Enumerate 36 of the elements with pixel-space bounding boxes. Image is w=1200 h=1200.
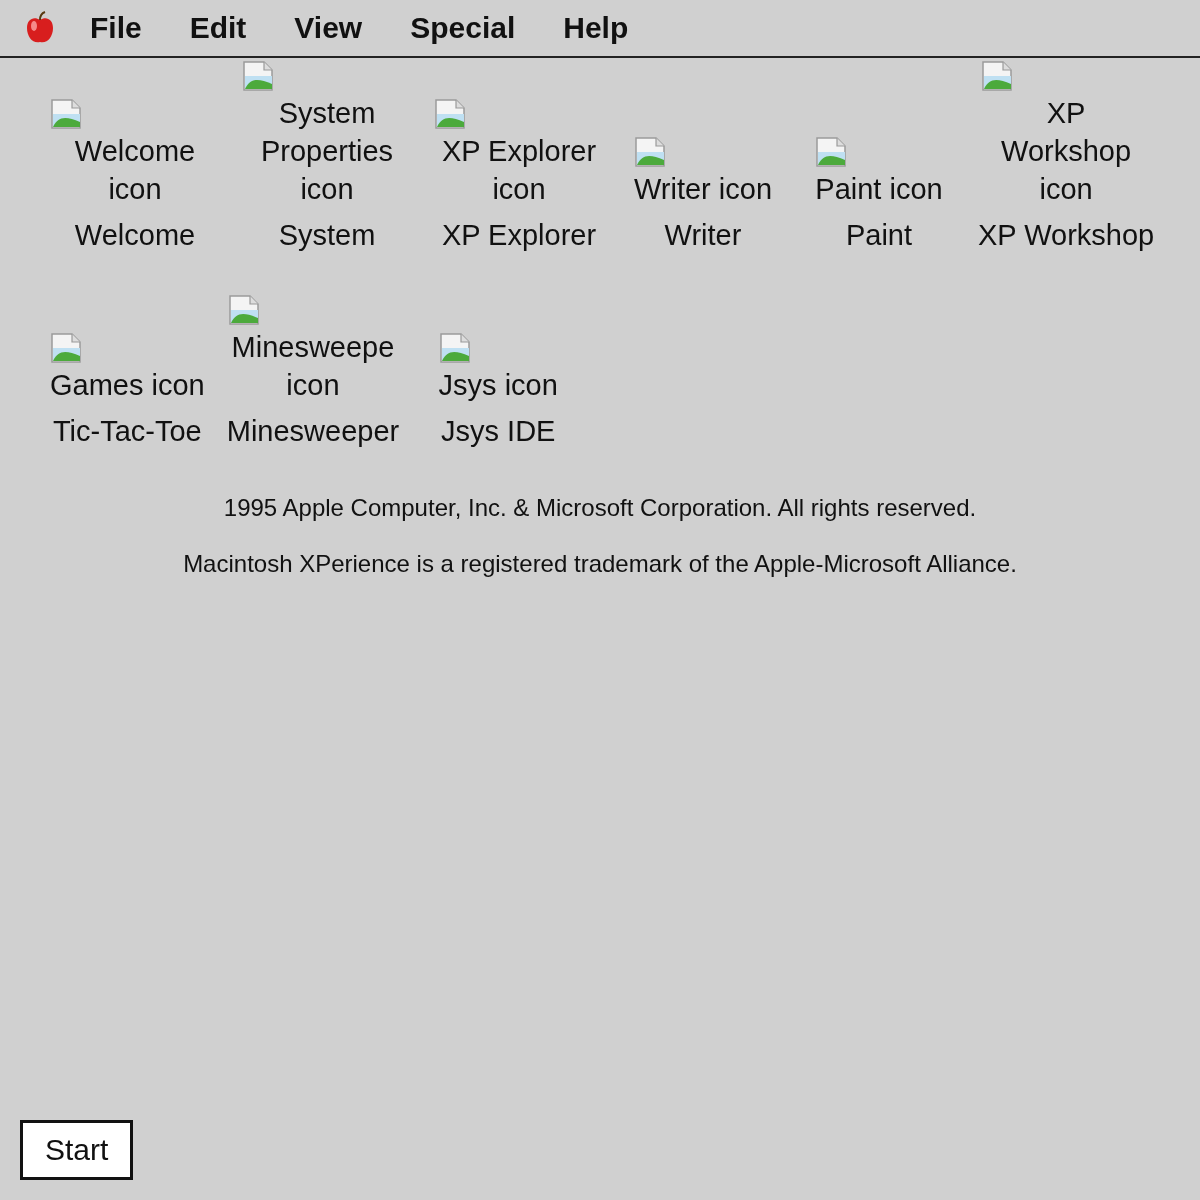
icon-alt-text: System Properties icon (259, 96, 395, 207)
menu-item[interactable]: View (294, 11, 363, 45)
icon-alt-text: Games icon (50, 368, 205, 403)
copyright-text: Macintosh XPerience is a registered trademark of the Apple-Microsoft Alliance. (182, 550, 1018, 578)
menu-item[interactable]: Help (563, 11, 629, 45)
menu-item[interactable]: Edit (189, 11, 247, 45)
menu-item[interactable]: File (90, 11, 142, 45)
icon-label[interactable]: Writer (664, 216, 742, 254)
icon-alt-text: XP Workshop icon (1000, 96, 1133, 207)
icon-alt-text: Minesweepe icon (230, 330, 396, 403)
icon-label[interactable]: XP Workshop (978, 216, 1155, 254)
icon-alt-text: Welcome icon (73, 134, 197, 207)
broken-image-icon[interactable] (438, 332, 471, 364)
broken-image-icon[interactable] (434, 98, 466, 130)
icon-label[interactable]: Jsys IDE (441, 412, 556, 450)
apple-icon[interactable] (24, 11, 56, 45)
menu-item[interactable]: Special (410, 11, 516, 45)
icon-label[interactable]: Tic-Tac-Toe (52, 412, 202, 450)
start-button[interactable]: Start (20, 1120, 134, 1180)
broken-image-icon[interactable] (633, 136, 666, 168)
icon-alt-text: XP Explorer icon (440, 134, 598, 207)
copyright-text: 1995 Apple Computer, Inc. & Microsoft Corporation. All rights reserved. (222, 494, 978, 522)
icon-label[interactable]: XP Explorer (441, 216, 597, 254)
icon-label[interactable]: System (278, 216, 376, 254)
icon-alt-text: Jsys icon (438, 368, 558, 403)
broken-image-icon[interactable] (981, 60, 1014, 92)
icon-label[interactable]: Paint (845, 216, 913, 254)
broken-image-icon[interactable] (227, 294, 260, 326)
icon-label[interactable]: Welcome (74, 216, 196, 254)
broken-image-icon[interactable] (50, 98, 82, 130)
icon-alt-text: Writer icon (633, 172, 773, 207)
broken-image-icon[interactable] (815, 136, 848, 168)
broken-image-icon[interactable] (50, 332, 82, 364)
icon-alt-text: Paint icon (815, 172, 943, 207)
icon-label[interactable]: Minesweeper (226, 412, 400, 450)
broken-image-icon[interactable] (242, 60, 274, 92)
